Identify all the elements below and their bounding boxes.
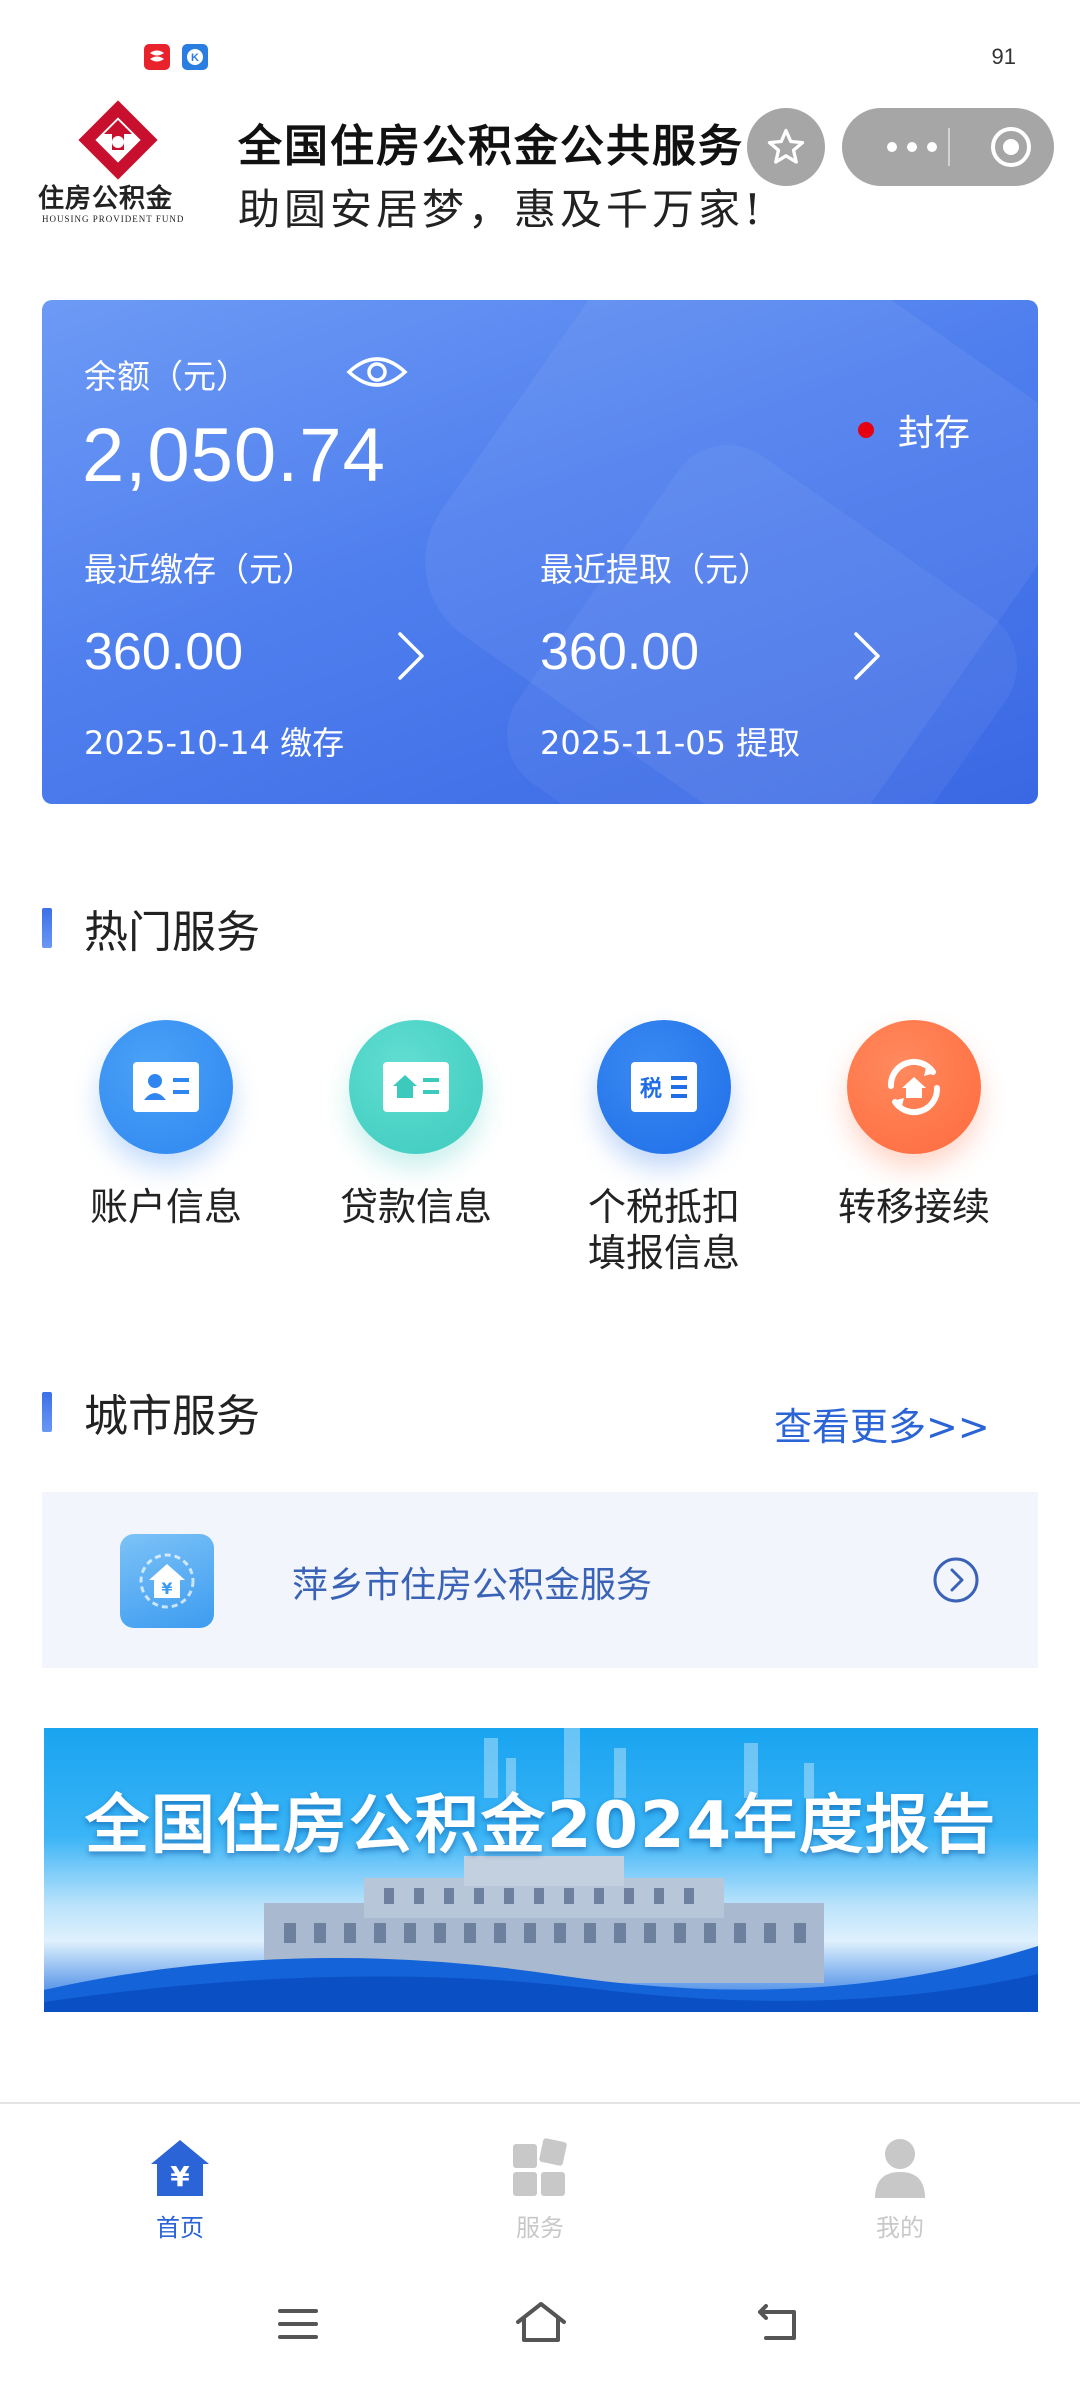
logo-emblem-icon: [78, 100, 158, 180]
back-nav-button[interactable]: [756, 2302, 800, 2346]
status-bar: K 91: [0, 0, 1080, 90]
city-services-title: 城市服务: [84, 1391, 260, 1442]
tab-home[interactable]: ¥ 首页: [80, 2134, 280, 2243]
logo-subtext: HOUSING PROVIDENT FUND: [42, 214, 185, 224]
back-arrow-icon: [758, 2304, 796, 2340]
miniprogram-capsule: [842, 108, 1054, 186]
tab-mine[interactable]: 我的: [800, 2134, 1000, 2243]
recent-deposit-button[interactable]: [394, 628, 428, 688]
building-illustration: [44, 1728, 1038, 2012]
service-transfer[interactable]: 转移接续: [814, 1020, 1014, 1230]
app-notification-icon: K: [182, 44, 208, 70]
section-marker: [42, 908, 52, 948]
tab-services[interactable]: 服务: [440, 2134, 640, 2243]
status-time: 91: [991, 44, 1016, 69]
house-card-icon: [349, 1020, 483, 1154]
chevron-right-icon: [398, 632, 424, 680]
service-tax-deduction[interactable]: 税 个税抵扣 填报信息: [564, 1020, 764, 1276]
tab-label: 我的: [876, 2214, 924, 2242]
transfer-icon: [847, 1020, 981, 1154]
view-more-link[interactable]: 查看更多>>: [774, 1396, 990, 1451]
page-title: 全国住房公积金公共服务: [238, 121, 744, 172]
recent-deposit-value: 360.00: [84, 623, 244, 681]
recent-deposit-date: 2025-10-14 缴存: [84, 724, 345, 762]
service-label: 个税抵扣 填报信息: [587, 1185, 740, 1275]
housing-fund-icon: ¥: [120, 1534, 214, 1628]
home-outline-icon: [516, 2302, 566, 2342]
chevron-right-icon: [854, 632, 880, 680]
target-circle-icon: [991, 127, 1031, 167]
city-service-item[interactable]: ¥ 萍乡市住房公积金服务: [42, 1492, 1038, 1668]
capsule-divider: [948, 128, 950, 166]
service-label: 转移接续: [837, 1185, 990, 1229]
recent-deposit-label: 最近缴存（元）: [84, 550, 315, 589]
banner-title: 全国住房公积金2024年度报告: [84, 1789, 998, 1863]
service-label: 贷款信息: [339, 1185, 492, 1229]
slogan: 助圆安居梦，惠及千万家!: [238, 185, 765, 234]
toggle-visibility-button[interactable]: [346, 352, 408, 396]
section-marker: [42, 1392, 52, 1432]
more-dots-icon: [887, 142, 897, 152]
user-icon: [875, 2139, 925, 2198]
svg-text:¥: ¥: [161, 1579, 172, 1598]
recent-withdraw-date: 2025-11-05 提取: [540, 724, 801, 762]
home-yuan-icon: ¥: [151, 2140, 209, 2196]
logo-text: 住房公积金: [38, 184, 174, 214]
balance-card: 余额（元） 2,050.74 封存 最近缴存（元） 360.00 2025-10…: [42, 300, 1038, 804]
menu-lines-icon: [278, 2309, 318, 2339]
hot-services-title: 热门服务: [84, 907, 260, 958]
id-card-icon: [99, 1020, 233, 1154]
app-notification-icon: [144, 44, 170, 70]
recent-withdraw-value: 360.00: [540, 623, 700, 681]
more-menu-button[interactable]: [872, 108, 952, 186]
favorite-button[interactable]: [747, 108, 825, 186]
system-nav-bar: [0, 2252, 1080, 2388]
recent-withdraw-button[interactable]: [850, 628, 884, 688]
tab-label: 首页: [156, 2214, 204, 2242]
svg-text:K: K: [191, 52, 199, 64]
svg-text:税: 税: [640, 1076, 662, 1102]
service-label: 账户信息: [89, 1185, 242, 1229]
grid-apps-icon: [513, 2138, 567, 2196]
close-miniprogram-button[interactable]: [972, 108, 1050, 186]
status-dot-icon: [858, 422, 874, 438]
balance-label: 余额（元）: [84, 357, 249, 396]
balance-value: 2,050.74: [82, 413, 386, 498]
service-loan-info[interactable]: 贷款信息: [316, 1020, 516, 1230]
star-icon: [767, 128, 805, 164]
recent-withdraw-label: 最近提取（元）: [540, 550, 771, 589]
annual-report-banner[interactable]: 全国住房公积金2024年度报告: [44, 1728, 1038, 2012]
home-nav-button[interactable]: [514, 2300, 568, 2348]
tax-icon: 税: [597, 1020, 731, 1154]
service-account-info[interactable]: 账户信息: [66, 1020, 266, 1230]
chevron-circle-right-icon: [932, 1556, 980, 1604]
eye-icon: [346, 357, 408, 387]
bottom-tab-bar: ¥ 首页 服务 我的: [0, 2102, 1080, 2254]
tab-label: 服务: [516, 2214, 564, 2242]
city-service-label: 萍乡市住房公积金服务: [292, 1565, 653, 1606]
menu-nav-button[interactable]: [276, 2306, 320, 2346]
svg-text:¥: ¥: [170, 2160, 190, 2193]
account-status: 封存: [898, 413, 971, 454]
